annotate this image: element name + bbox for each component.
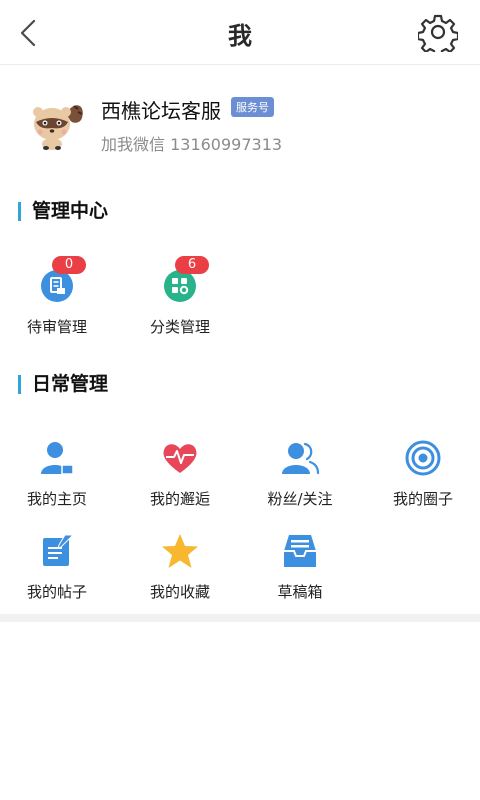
daily-item-fans-follow[interactable]: 粉丝/关注 <box>240 438 360 509</box>
item-label: 草稿箱 <box>277 583 323 601</box>
profile-name: 西樵论坛客服 <box>101 99 221 123</box>
user-home-icon <box>41 442 74 475</box>
admin-item-pending-review[interactable]: 0 待审管理 <box>0 256 117 337</box>
daily-item-my-circle[interactable]: 我的圈子 <box>363 438 480 509</box>
profile-card[interactable]: 西樵论坛客服 服务号 加我微信 13160997313 <box>0 64 480 182</box>
fans-icon <box>282 442 320 475</box>
top-bar: 我 <box>0 0 480 65</box>
admin-item-category[interactable]: 6 分类管理 <box>120 256 240 337</box>
drafts-inbox-icon <box>284 535 316 567</box>
category-count-badge: 6 <box>175 256 209 274</box>
item-label: 我的主页 <box>26 490 87 508</box>
service-badge: 服务号 <box>231 97 274 117</box>
page-title: 我 <box>228 22 252 50</box>
section-title-daily: 日常管理 <box>18 375 108 394</box>
daily-item-my-favorites[interactable]: 我的收藏 <box>120 531 240 602</box>
item-label: 我的圈子 <box>392 490 453 508</box>
daily-item-my-encounters[interactable]: 我的邂逅 <box>120 438 240 509</box>
star-icon <box>162 534 198 568</box>
item-label: 待审管理 <box>26 318 87 336</box>
daily-item-my-posts[interactable]: 我的帖子 <box>0 531 117 602</box>
item-label: 我的帖子 <box>26 583 87 601</box>
pending-review-count-badge: 0 <box>52 256 86 274</box>
circle-icon <box>405 440 441 476</box>
raccoon-avatar-icon <box>33 105 83 150</box>
item-label: 粉丝/关注 <box>267 490 333 508</box>
item-label: 分类管理 <box>149 318 210 336</box>
daily-item-my-homepage[interactable]: 我的主页 <box>0 438 117 509</box>
settings-button[interactable] <box>416 12 460 58</box>
profile-subtitle: 加我微信 13160997313 <box>101 135 283 154</box>
heart-pulse-icon <box>163 444 197 473</box>
gear-icon <box>416 14 460 58</box>
post-edit-icon <box>43 534 75 566</box>
item-label: 我的邂逅 <box>149 490 210 508</box>
section-divider <box>0 614 480 622</box>
avatar[interactable] <box>30 94 88 152</box>
item-label: 我的收藏 <box>149 583 210 601</box>
section-title-admin: 管理中心 <box>18 202 108 221</box>
daily-item-drafts[interactable]: 草稿箱 <box>240 531 360 602</box>
